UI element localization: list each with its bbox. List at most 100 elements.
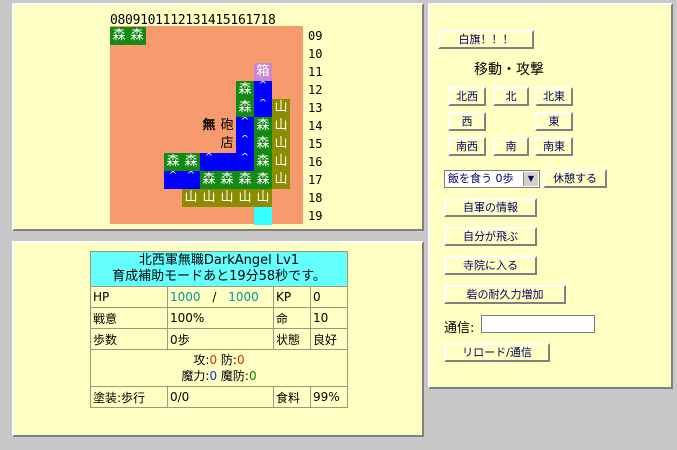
atk-label: 攻:	[193, 353, 210, 367]
mag-label: 魔力:	[181, 369, 210, 383]
map-tile-forest[interactable]: 森	[164, 153, 182, 171]
enter-temple-button[interactable]: 寺院に入る	[444, 256, 537, 275]
map-tile-forest[interactable]: 森	[254, 117, 272, 135]
map-tile-road[interactable]: ^	[236, 117, 254, 135]
fort-durability-button[interactable]: 砦の耐久力増加	[444, 285, 566, 304]
eat-steps-select[interactable]: 飯を食う 0歩 ▼	[444, 170, 540, 188]
move-southwest-button[interactable]: 南西	[448, 137, 486, 156]
map-tile-box[interactable]: 箱	[254, 63, 272, 81]
move-south-button[interactable]: 南	[493, 137, 529, 156]
map-row-label: 16	[308, 155, 323, 169]
rest-button[interactable]: 休憩する	[543, 169, 607, 188]
state-label: 状態	[273, 328, 311, 350]
map-tile-road[interactable]: ^	[164, 171, 182, 189]
food-value: 99%	[310, 386, 348, 408]
armor-value: 0/0	[167, 386, 274, 408]
map-row-label: 10	[308, 47, 323, 61]
map-tile-forest[interactable]: 森	[236, 171, 254, 189]
map-row-label: 11	[308, 65, 323, 79]
map-row-label: 09	[308, 29, 323, 43]
move-north-button[interactable]: 北	[493, 87, 529, 106]
map-tile-road[interactable]: ^	[182, 171, 200, 189]
def-label: 防:	[220, 353, 237, 367]
white-flag-button[interactable]: 白旗！！！	[438, 30, 534, 49]
map-tile-road[interactable]: ^	[254, 81, 272, 99]
comm-input[interactable]	[481, 315, 595, 333]
morale-label: 戦意	[90, 307, 168, 329]
status-panel: 北西軍無職DarkAngel Lv1 育成補助モードあと19分58秒です。 HP…	[12, 241, 424, 437]
kp-label: KP	[273, 286, 311, 308]
map-row-label: 12	[308, 83, 323, 97]
map-tile-forest[interactable]: 森	[200, 171, 218, 189]
map-tile-mountain[interactable]: 山	[272, 171, 290, 189]
map-tile-forest[interactable]: 森	[236, 81, 254, 99]
hp-value-cell: 1000 / 1000	[167, 286, 274, 308]
life-label: 命	[273, 307, 311, 329]
map-tile-mountain[interactable]: 山	[272, 99, 290, 117]
map-row-label: 13	[308, 101, 323, 115]
map-tile-forest[interactable]: 森	[218, 171, 236, 189]
armor-label: 塗装:歩行	[90, 386, 168, 408]
chevron-down-icon[interactable]: ▼	[523, 172, 538, 186]
map-tile-forest[interactable]: 森	[254, 171, 272, 189]
def-value: 0	[236, 353, 245, 367]
map-tile-forest[interactable]: 森	[182, 153, 200, 171]
map-row-label: 14	[308, 119, 323, 133]
map-tile-forest[interactable]: 森	[254, 153, 272, 171]
kp-value: 0	[310, 286, 348, 308]
map-tile-shop[interactable]: 店	[218, 135, 236, 153]
fly-self-button[interactable]: 自分が飛ぶ	[444, 227, 537, 246]
mdef-value: 0	[248, 369, 257, 383]
food-label: 食料	[273, 386, 311, 408]
status-table: 北西軍無職DarkAngel Lv1 育成補助モードあと19分58秒です。 HP…	[90, 251, 348, 408]
hp-separator: /	[212, 290, 217, 304]
move-east-button[interactable]: 東	[535, 112, 573, 131]
comm-label: 通信:	[444, 321, 475, 336]
map-tile-forest[interactable]: 森	[110, 27, 128, 45]
eat-select-value: 飯を食う 0歩	[448, 172, 514, 185]
life-value: 10	[310, 307, 348, 329]
army-info-button[interactable]: 自軍の情報	[444, 198, 537, 217]
hp-max: 1000	[228, 290, 259, 304]
map-tile-forest[interactable]: 森	[254, 135, 272, 153]
steps-label: 歩数	[90, 328, 168, 350]
map-tile-mountain[interactable]: 山	[236, 189, 254, 207]
map-tile-cannon[interactable]: 砲	[218, 117, 236, 135]
unit-title: 北西軍無職DarkAngel Lv1 育成補助モードあと19分58秒です。	[90, 251, 348, 287]
map-tile-road[interactable]: ^	[236, 135, 254, 153]
map-tile-road[interactable]: ^	[200, 153, 218, 171]
map-tile-mountain[interactable]: 山	[218, 189, 236, 207]
map-tile-forest[interactable]: 森	[128, 27, 146, 45]
map-tile-water[interactable]	[254, 207, 272, 225]
map-row-label: 18	[308, 191, 323, 205]
move-attack-heading: 移動・攻撃	[474, 62, 544, 78]
map-tile-forest[interactable]: 森	[236, 99, 254, 117]
command-panel: 白旗！！！ 移動・攻撃 北西 北 北東 西 東 南西 南 南東 飯を食う 0歩 …	[428, 3, 673, 389]
map-tile-road[interactable]: ^	[254, 99, 272, 117]
map-tile-mu[interactable]: 無	[200, 117, 218, 135]
map-tile-mountain[interactable]: 山	[200, 189, 218, 207]
map-row-label: 17	[308, 173, 323, 187]
move-northwest-button[interactable]: 北西	[448, 87, 486, 106]
map-tile-mountain[interactable]: 山	[272, 135, 290, 153]
map-tile-road[interactable]: ^	[236, 153, 254, 171]
map-row-label: 15	[308, 137, 323, 151]
map-tile-mountain[interactable]: 山	[272, 117, 290, 135]
move-northeast-button[interactable]: 北東	[535, 87, 573, 106]
map-tile-road[interactable]	[218, 153, 236, 171]
map-panel: 080910111213141516171​8 09 10 11 12 13 14 15 16…	[12, 3, 424, 231]
unit-name-line: 北西軍無職DarkAngel Lv1	[138, 253, 300, 268]
state-value: 良好	[310, 328, 348, 350]
map-tile-mountain[interactable]: 山	[182, 189, 200, 207]
hp-label: HP	[90, 286, 168, 308]
combat-stats: 攻:0 防:0 魔力:0 魔防:0	[90, 349, 348, 387]
move-west-button[interactable]: 西	[448, 112, 486, 131]
mdef-label: 魔防:	[220, 369, 249, 383]
assist-mode-line: 育成補助モードあと19分58秒です。	[112, 269, 326, 284]
map-tile-mountain[interactable]: 山	[272, 153, 290, 171]
reload-button[interactable]: リロード/通信	[444, 343, 550, 362]
morale-value: 100%	[167, 307, 274, 329]
steps-value: 0歩	[167, 328, 274, 350]
map-tile-mountain[interactable]: 山	[254, 189, 272, 207]
move-southeast-button[interactable]: 南東	[535, 137, 573, 156]
